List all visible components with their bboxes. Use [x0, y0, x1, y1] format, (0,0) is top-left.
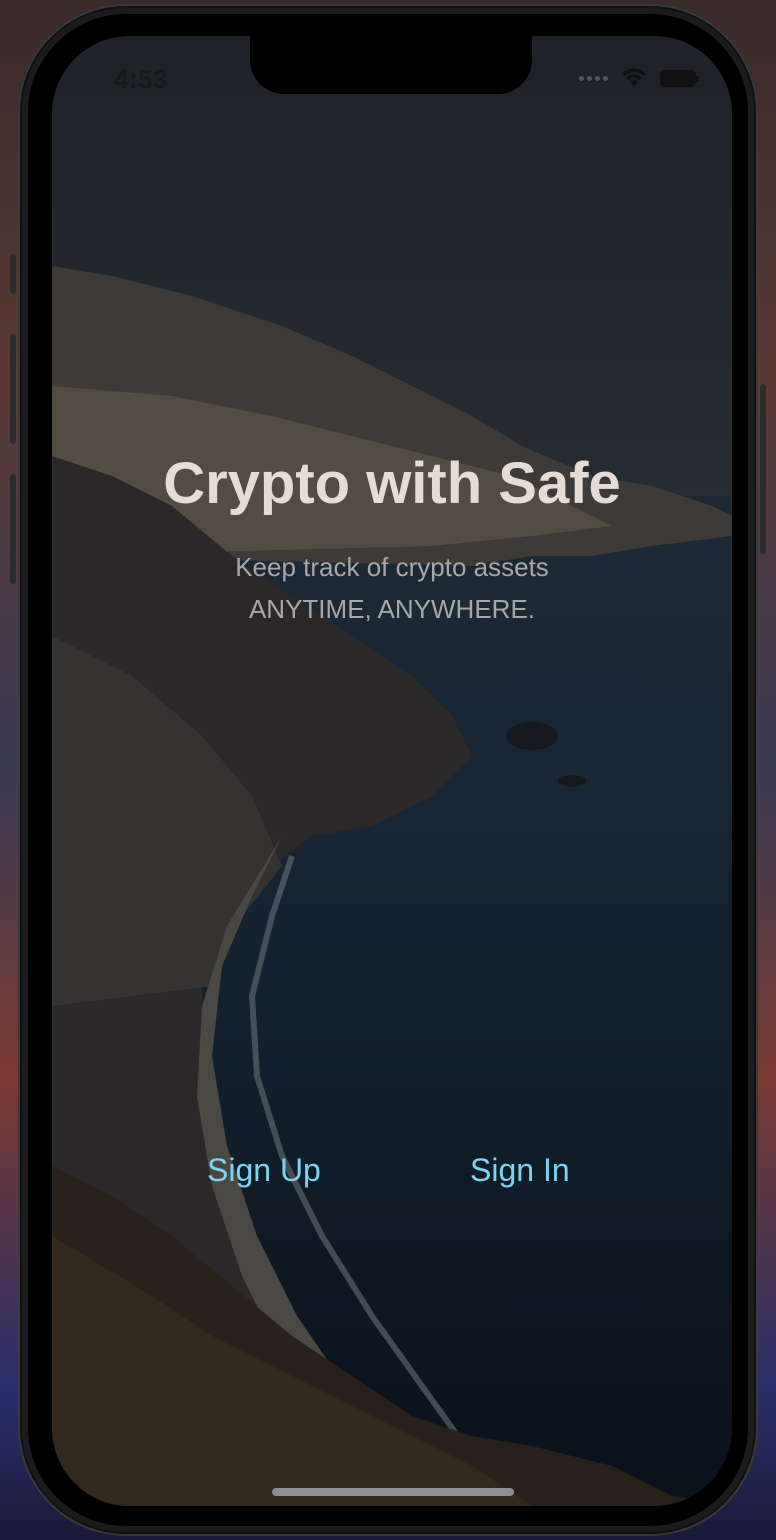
status-time: 4:53: [114, 64, 169, 94]
sign-in-button[interactable]: Sign In: [470, 1152, 570, 1189]
sign-up-button[interactable]: Sign Up: [207, 1152, 321, 1189]
signal-dots-icon: [579, 75, 608, 81]
hero-subtitle: Keep track of crypto assets ANYTIME, ANY…: [52, 546, 732, 630]
dark-overlay: [52, 36, 732, 1506]
status-icons: [579, 68, 699, 88]
battery-icon: [660, 69, 699, 87]
background-landscape-image: [52, 36, 732, 1506]
status-bar: 4:53: [52, 36, 732, 126]
volume-down-button: [10, 474, 16, 584]
app-screen: 4:53 Crypto with Safe Keep track of cryp…: [52, 36, 732, 1506]
mute-switch: [10, 254, 16, 294]
subtitle-line-2: ANYTIME, ANYWHERE.: [248, 594, 536, 624]
subtitle-line-1: Keep track of crypto assets: [235, 552, 549, 582]
volume-up-button: [10, 334, 16, 444]
power-button: [760, 384, 766, 554]
device-notch: [250, 36, 532, 94]
wifi-icon: [620, 68, 648, 88]
home-indicator[interactable]: [272, 1488, 514, 1496]
hero-title: Crypto with Safe: [163, 451, 621, 516]
